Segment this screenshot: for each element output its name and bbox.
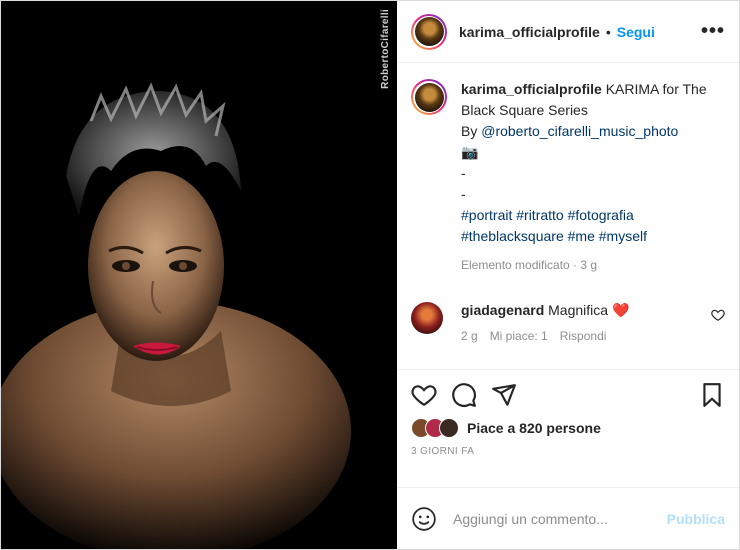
bookmark-icon[interactable] [699, 382, 725, 408]
like-heart-icon[interactable] [411, 382, 437, 408]
actions-section: Piace a 820 persone 3 GIORNI FA [397, 369, 739, 487]
likes-row: Piace a 820 persone [411, 418, 725, 438]
share-send-icon[interactable] [491, 382, 517, 408]
header-separator: • [605, 23, 611, 40]
comment-like-icon[interactable] [711, 308, 725, 322]
heart-emoji: ❤️ [611, 302, 630, 318]
mention-link[interactable]: @roberto_cifarelli_music_photo [481, 123, 678, 139]
instagram-post: RobertoCifarelli karima_officialprofile … [0, 0, 740, 550]
follow-button[interactable]: Segui [617, 24, 655, 40]
comment-text: Magnifica [548, 302, 609, 318]
comment-bubble-icon[interactable] [451, 382, 477, 408]
caption-dash: - [461, 186, 466, 202]
caption-text: karima_officialprofile KARIMA for The Bl… [461, 79, 725, 276]
post-header: karima_officialprofile • Segui ••• [397, 1, 739, 63]
likers-avatars[interactable] [411, 418, 459, 438]
header-username[interactable]: karima_officialprofile [459, 24, 600, 40]
commenter-avatar[interactable] [411, 302, 443, 334]
reply-button[interactable]: Rispondi [560, 329, 607, 343]
caption-avatar[interactable] [411, 79, 447, 115]
avatar-image [414, 17, 444, 46]
avatar-image [414, 82, 444, 112]
liker-avatar [439, 418, 459, 438]
photo-watermark: RobertoCifarelli [380, 9, 391, 89]
comment-time: 2 g [461, 329, 478, 343]
add-comment-bar: Pubblica [397, 487, 739, 549]
comment-likes[interactable]: Mi piace: 1 [490, 329, 548, 343]
caption-meta: Elemento modificato · 3 g [461, 258, 598, 272]
camera-emoji: 📷 [461, 144, 479, 160]
comment-input[interactable] [451, 509, 667, 528]
commenter-username[interactable]: giadagenard [461, 302, 544, 318]
portrait-image [1, 1, 397, 549]
likes-count[interactable]: Piace a 820 persone [467, 420, 601, 436]
hashtags-line2[interactable]: #theblacksquare #me #myself [461, 226, 725, 247]
comment-item: giadagenard Magnifica ❤️ 2 g Mi piace: 1… [411, 302, 725, 343]
more-options-icon[interactable]: ••• [701, 20, 725, 43]
post-date: 3 GIORNI FA [411, 446, 475, 457]
caption-username[interactable]: karima_officialprofile [461, 81, 602, 97]
comments-section: karima_officialprofile KARIMA for The Bl… [397, 63, 739, 369]
publish-button[interactable]: Pubblica [667, 511, 725, 527]
emoji-smiley-icon[interactable] [411, 506, 437, 532]
hashtags-line1[interactable]: #portrait #ritratto #fotografia [461, 205, 725, 226]
post-photo[interactable]: RobertoCifarelli [1, 1, 397, 549]
caption-dash: - [461, 165, 466, 181]
profile-avatar[interactable] [411, 13, 447, 50]
post-sidebar: karima_officialprofile • Segui ••• karim… [397, 1, 739, 549]
post-caption: karima_officialprofile KARIMA for The Bl… [411, 79, 725, 276]
caption-by: By [461, 123, 482, 139]
